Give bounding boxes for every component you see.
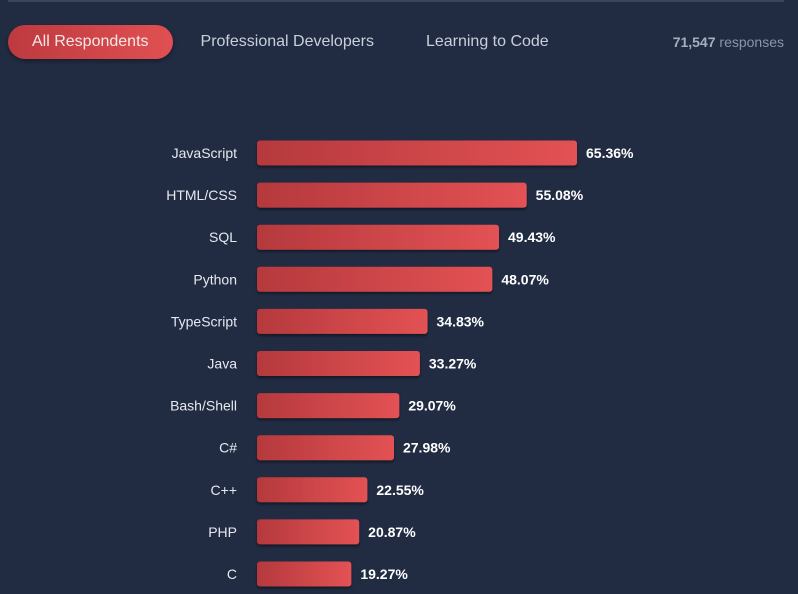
category-label: C++ (211, 482, 237, 498)
category-label: Python (193, 271, 237, 287)
bar (257, 140, 577, 166)
category-label: Java (207, 356, 237, 372)
category-label: Bash/Shell (170, 398, 237, 414)
bar (257, 308, 428, 334)
value-label: 29.07% (408, 398, 456, 414)
bar (257, 182, 527, 208)
category-label: C (227, 566, 237, 582)
bar (257, 266, 493, 292)
bar (257, 393, 400, 419)
bar (257, 561, 352, 587)
bar (257, 435, 394, 461)
bar (257, 224, 500, 250)
value-label: 27.98% (403, 440, 451, 456)
value-label: 33.27% (429, 356, 477, 372)
category-label: SQL (209, 229, 237, 245)
value-label: 20.87% (368, 524, 416, 540)
category-label: PHP (208, 524, 237, 540)
value-label: 34.83% (437, 313, 485, 329)
category-label: C# (219, 440, 237, 456)
value-label: 65.36% (586, 145, 634, 161)
value-label: 22.55% (376, 482, 424, 498)
category-label: HTML/CSS (166, 187, 237, 203)
bar (257, 477, 368, 503)
category-label: TypeScript (171, 313, 237, 329)
language-bar-chart: JavaScript 65.36% HTML/CSS 55.08% SQL 49.43% P… (166, 140, 634, 587)
value-label: 48.07% (501, 271, 549, 287)
value-label: 19.27% (360, 566, 408, 582)
category-label: JavaScript (172, 145, 237, 161)
value-label: 55.08% (536, 187, 584, 203)
bar (257, 351, 420, 376)
value-label: 49.43% (508, 229, 556, 245)
bar (257, 519, 360, 545)
